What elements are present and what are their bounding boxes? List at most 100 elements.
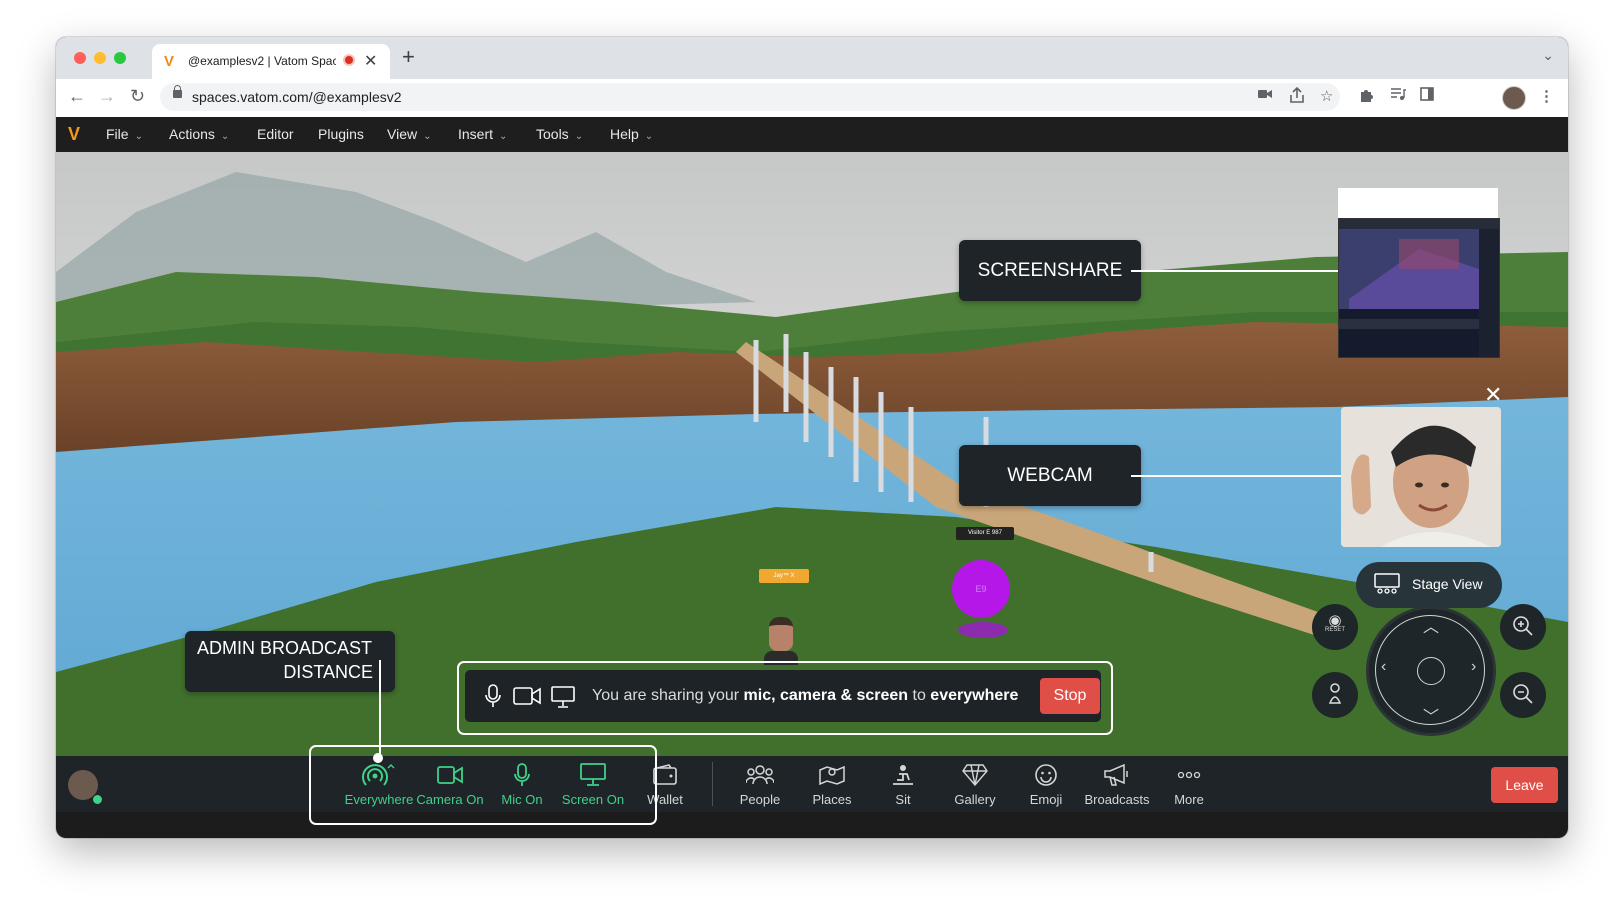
chevron-up-icon[interactable]: ︿ [1423,613,1439,637]
share-icon[interactable] [1290,86,1304,107]
tab-strip: V @examplesv2 | Vatom Spaces ✕ + ⌄ [56,37,1568,79]
avatar-pose-button[interactable] [1312,672,1358,718]
user-avatar-3d[interactable] [764,617,798,665]
people-button[interactable]: People [723,762,797,807]
admin-broadcast-callout: ADMIN BROADCAST DISTANCE [185,631,395,692]
reload-icon[interactable]: ↻ [130,86,145,107]
chevron-down-icon: ⌄ [499,131,508,142]
sharing-middle: to [908,687,931,704]
menu-insert-label: Insert [458,126,494,142]
sit-icon [866,762,940,788]
camera-in-use-icon[interactable] [1258,87,1272,104]
profile-avatar[interactable] [1502,86,1526,110]
places-label: Places [812,792,852,807]
lock-icon [173,85,182,98]
sit-label: Sit [895,792,911,807]
bookmark-star-icon[interactable]: ☆ [1320,87,1333,105]
media-controls-highlight [309,745,657,825]
menu-actions[interactable]: Actions ⌄ [169,126,229,142]
gallery-label: Gallery [954,792,996,807]
chevron-down-icon: ⌄ [423,131,432,142]
screenshare-preview [1338,218,1500,358]
new-tab-button[interactable]: + [402,44,415,70]
chevron-down-icon: ⌄ [574,131,584,142]
app-menu-bar: V File ⌄ Actions ⌄ Editor Plugins View ⌄ In… [56,117,1568,152]
3d-scene-viewport[interactable]: Jay™ X Visitor E 987 E9 SCREENSHARE WEBC… [56,152,1568,756]
people-label: People [739,792,781,807]
forward-icon[interactable]: → [98,86,116,107]
stop-sharing-button[interactable]: Stop [1040,678,1100,714]
browser-toolbar: ← → ↻ spaces.vatom.com/@examplesv2 ☆ ⋮ [56,79,1568,118]
browser-window: V @examplesv2 | Vatom Spaces ✕ + ⌄ ← → ↻… [56,37,1568,838]
menu-editor[interactable]: Editor [257,126,294,142]
avatar-name-tag: Jay™ X [759,569,809,583]
bottom-toolbar: Everywhere Camera On Mic On Screen On Wa… [56,756,1568,812]
megaphone-icon [1080,762,1154,788]
emoji-icon [1009,762,1083,788]
menu-help-label: Help [610,126,639,142]
media-controls-icon[interactable] [1390,87,1406,105]
zoom-out-button[interactable] [1500,672,1546,718]
zoom-in-button[interactable] [1500,604,1546,650]
menu-actions-label: Actions [169,126,215,142]
movement-joystick[interactable]: ︿ ﹀ ‹ › [1366,606,1496,736]
menu-tools[interactable]: Tools ⌄ [536,126,583,142]
close-webcam-icon[interactable]: ✕ [1484,382,1502,408]
chevron-down-icon: ⌄ [644,131,654,142]
reset-label: RESET [1324,627,1345,633]
person-icon [1326,683,1344,710]
chevron-down-icon: ⌄ [134,131,143,142]
vatom-logo-icon[interactable]: V [68,124,80,145]
browser-menu-icon[interactable]: ⋮ [1539,87,1554,105]
map-icon [795,762,869,788]
menu-editor-label: Editor [257,126,294,142]
broadcasts-button[interactable]: Broadcasts [1080,762,1154,807]
back-icon[interactable]: ← [68,86,86,107]
close-window-button[interactable] [74,52,86,64]
webcam-callout: WEBCAM [959,445,1141,506]
admin-broadcast-line2: DISTANCE [283,662,373,682]
stage-view-label: Stage View [1412,576,1483,592]
online-status-indicator [92,794,103,805]
side-panel-icon[interactable] [1420,87,1434,105]
menu-plugins[interactable]: Plugins [318,126,364,142]
screenshare-preview-image [1339,219,1499,357]
tab-title: @examplesv2 | Vatom Spaces [188,54,336,68]
menu-view[interactable]: View ⌄ [387,126,431,142]
avatar-shadow [958,622,1008,638]
address-bar[interactable]: spaces.vatom.com/@examplesv2 [160,83,1340,111]
browser-tab[interactable]: V @examplesv2 | Vatom Spaces ✕ [152,44,390,79]
emoji-button[interactable]: Emoji [1009,762,1083,807]
toolbar-divider [712,762,713,806]
stage-view-button[interactable]: Stage View [1356,562,1502,608]
minimize-window-button[interactable] [94,52,106,64]
places-button[interactable]: Places [795,762,869,807]
screen-icon [551,686,575,713]
gallery-button[interactable]: Gallery [938,762,1012,807]
sharing-target: everywhere [930,687,1019,704]
stage-view-icon [1374,573,1400,602]
joystick-center[interactable] [1417,657,1445,685]
tab-search-icon[interactable]: ⌄ [1542,47,1554,64]
menu-file[interactable]: File ⌄ [106,126,143,142]
extensions-icon[interactable] [1359,87,1375,107]
sit-button[interactable]: Sit [866,762,940,807]
menu-insert[interactable]: Insert ⌄ [458,126,507,142]
purple-avatar[interactable]: E9 [952,560,1010,618]
reset-camera-button[interactable]: ◉ RESET [1312,604,1358,650]
people-icon [723,762,797,788]
chevron-left-icon[interactable]: ‹ [1381,658,1386,676]
leave-button[interactable]: Leave [1491,767,1558,803]
maximize-window-button[interactable] [114,52,126,64]
screenshare-thumbnail[interactable] [1338,188,1500,358]
screenshare-callout: SCREENSHARE [959,240,1141,301]
diamond-icon [938,762,1012,788]
menu-help[interactable]: Help ⌄ [610,126,653,142]
recording-indicator-icon [345,56,353,64]
webcam-feed[interactable] [1341,407,1501,547]
more-button[interactable]: More [1152,762,1226,807]
chevron-down-icon: ⌄ [220,131,230,142]
chevron-down-icon[interactable]: ﹀ [1423,703,1439,727]
tab-close-icon[interactable]: ✕ [364,51,377,71]
chevron-right-icon[interactable]: › [1471,658,1476,676]
